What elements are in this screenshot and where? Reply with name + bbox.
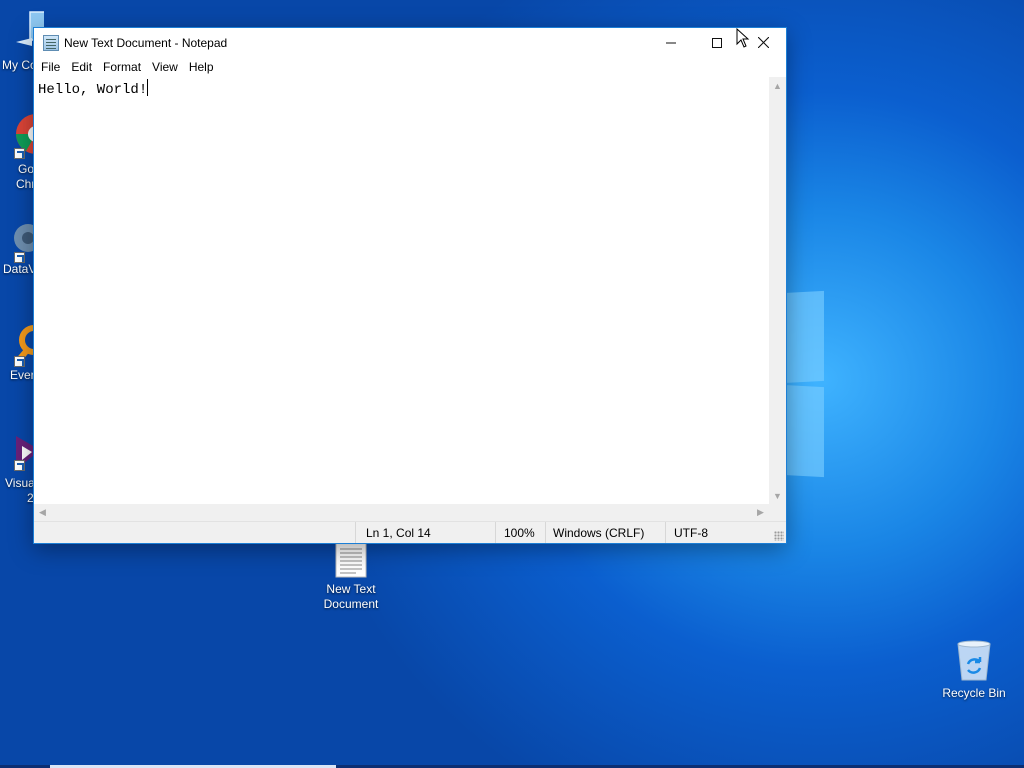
desktop-icon-recycle-bin[interactable]: Recycle Bin: [936, 638, 1012, 701]
vertical-scrollbar[interactable]: ▲ ▼: [769, 77, 786, 504]
menu-help[interactable]: Help: [184, 60, 219, 74]
menu-bar: File Edit Format View Help: [34, 57, 786, 77]
file-icon-label-line2: Document: [323, 597, 379, 611]
scroll-corner: [769, 504, 786, 521]
text-editor[interactable]: Hello, World!: [34, 77, 769, 504]
editor-area: Hello, World! ▲ ▼ ◀ ▶: [34, 77, 786, 521]
text-caret: [147, 79, 149, 96]
window-title: New Text Document - Notepad: [64, 35, 228, 50]
scroll-right-icon[interactable]: ▶: [752, 504, 769, 521]
close-icon: [757, 37, 769, 48]
menu-file[interactable]: File: [36, 60, 65, 74]
notepad-window[interactable]: New Text Document - Notepad File Edit Fo…: [33, 27, 787, 544]
menu-view[interactable]: View: [147, 60, 183, 74]
horizontal-scrollbar[interactable]: ◀ ▶: [34, 504, 769, 521]
status-line-endings: Windows (CRLF): [545, 522, 665, 543]
scroll-left-icon[interactable]: ◀: [34, 504, 51, 521]
desktop-icon-new-text-document[interactable]: New Text Document: [313, 542, 389, 612]
minimize-button[interactable]: [648, 28, 694, 57]
menu-format[interactable]: Format: [98, 60, 146, 74]
status-bar: Ln 1, Col 14 100% Windows (CRLF) UTF-8: [34, 521, 786, 543]
notepad-icon: [43, 34, 59, 51]
status-zoom: 100%: [495, 522, 545, 543]
resize-grip[interactable]: [774, 531, 784, 541]
text-file-icon: [335, 542, 367, 578]
maximize-icon: [712, 37, 722, 48]
mouse-cursor-icon: [736, 28, 750, 48]
title-bar[interactable]: New Text Document - Notepad: [34, 28, 786, 57]
recycle-bin-icon: [957, 640, 991, 681]
minimize-icon: [666, 42, 676, 43]
status-spacer: [34, 522, 355, 543]
menu-edit[interactable]: Edit: [66, 60, 97, 74]
file-icon-label-line1: New Text: [326, 582, 376, 596]
recycle-bin-label: Recycle Bin: [942, 686, 1006, 700]
scroll-up-icon[interactable]: ▲: [769, 77, 786, 94]
scroll-down-icon[interactable]: ▼: [769, 487, 786, 504]
maximize-button[interactable]: [694, 28, 740, 57]
status-position: Ln 1, Col 14: [355, 522, 495, 543]
document-text: Hello, World!: [38, 82, 148, 98]
status-encoding: UTF-8: [665, 522, 786, 543]
